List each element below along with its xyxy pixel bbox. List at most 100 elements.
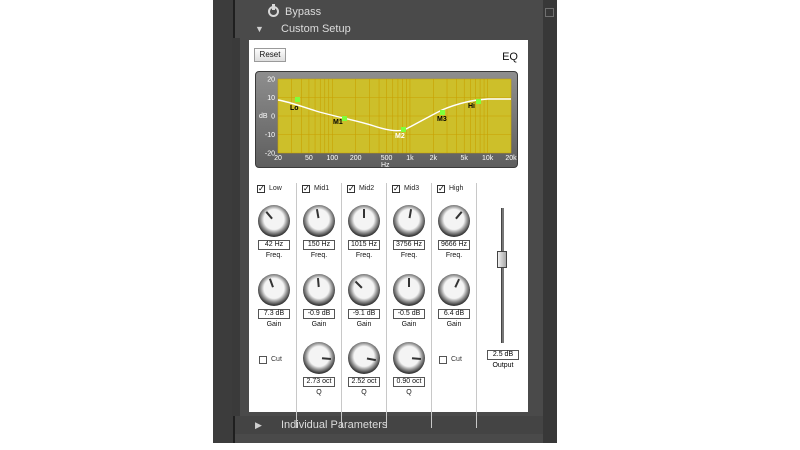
individual-parameters-row[interactable]: ▶ Individual Parameters [235,416,543,434]
mid1-gain-field[interactable]: -0.9 dB [303,309,335,319]
mid3-gain-knob[interactable] [393,274,425,306]
eq-node-mid3-label: M3 [437,116,447,123]
band-separator [476,183,477,428]
high-freq-field[interactable]: 9666 Hz [438,240,470,250]
mid3-freq-caption: Freq. [400,252,418,259]
eq-graph-svg[interactable]: 20100-10-20 20 50 100 200 500 1k 2k 5k 10k 20k dB… [256,72,519,170]
mid2-gain-caption: Gain [356,321,372,328]
graph-x-tick-label: 10k [482,155,494,162]
output-slider-thumb[interactable] [497,251,507,269]
output-slider-track[interactable] [501,208,504,343]
bypass-row[interactable]: Bypass [235,3,543,21]
mid2-band-checkbox[interactable]: ✓ [347,185,355,193]
mid2-q-field[interactable]: 2.52 oct [348,377,380,387]
mid3-q-caption: Q [406,389,412,396]
eq-node-high-handle[interactable] [476,99,481,104]
high-gain-caption: Gain [446,321,462,328]
graph-x-tick-label: 20k [505,155,517,162]
graph-y-tick-label: 20 [267,77,275,84]
mid3-gain-field[interactable]: -0.5 dB [393,309,425,319]
mid1-freq-caption: Freq. [310,252,328,259]
graph-x-tick-label: 1k [406,155,414,162]
panel-scrollbar[interactable] [543,0,557,443]
power-icon[interactable] [268,4,279,17]
mid3-freq-field[interactable]: 3756 Hz [393,240,425,250]
high-freq-caption: Freq. [445,252,463,259]
eq-node-mid1-label: M1 [333,119,343,126]
high-cut-checkbox[interactable] [439,356,447,364]
eq-node-high-label: Hi [468,103,475,110]
mid3-gain-caption: Gain [401,321,417,328]
disclosure-down-icon[interactable]: ▼ [255,20,264,38]
output-label: Output [492,362,514,369]
mid3-band-checkbox[interactable]: ✓ [392,185,400,193]
graph-y-tick-label: 10 [267,95,275,102]
eq-node-mid2-label: M2 [395,133,405,140]
high-band-label: High [449,185,464,192]
mid2-q-caption: Q [361,389,367,396]
mid1-q-field[interactable]: 2.73 oct [303,377,335,387]
mid1-freq-field[interactable]: 150 Hz [303,240,335,250]
mid2-gain-knob[interactable] [348,274,380,306]
low-band-checkbox[interactable]: ✓ [257,185,265,193]
mid2-band-label: Mid2 [359,185,375,192]
low-gain-caption: Gain [266,321,282,328]
eq-node-mid1-handle[interactable] [342,116,347,121]
mid1-freq-knob[interactable] [303,205,335,237]
graph-x-label: Hz [381,162,390,169]
eq-node-mid3-handle[interactable] [440,110,445,115]
custom-setup-row[interactable]: ▼ Custom Setup [235,20,543,38]
eq-node-mid2-handle[interactable] [401,127,406,132]
mid1-band-checkbox[interactable]: ✓ [302,185,310,193]
graph-x-tick-label: 20 [274,155,282,162]
low-freq-caption: Freq. [265,252,283,259]
scrollbar-box[interactable] [545,8,554,17]
band-separator [386,183,387,428]
mid1-gain-knob[interactable] [303,274,335,306]
low-band-label: Low [269,185,282,192]
high-gain-field[interactable]: 6.4 dB [438,309,470,319]
graph-x-tick-label: 50 [305,155,313,162]
graph-x-tick-label: 100 [326,155,338,162]
graph-y-tick-label: 0 [271,114,275,121]
mid3-band-label: Mid3 [404,185,420,192]
low-freq-field[interactable]: 42 Hz [258,240,290,250]
low-cut-label: Cut [271,356,282,363]
screenshot-stage: Bypass ▼ Custom Setup ▶ Individual Param… [0,0,800,450]
mid3-q-knob[interactable] [393,342,425,374]
output-value-field[interactable]: 2.5 dB [487,350,519,360]
mid1-q-knob[interactable] [303,342,335,374]
mid3-freq-knob[interactable] [393,205,425,237]
graph-x-tick-label: 5k [461,155,469,162]
eq-node-low-label: Lo [290,105,299,112]
low-cut-checkbox[interactable] [259,356,267,364]
graph-y-label: dB [259,113,268,120]
low-gain-knob[interactable] [258,274,290,306]
low-freq-knob[interactable] [258,205,290,237]
high-freq-knob[interactable] [438,205,470,237]
disclosure-right-icon[interactable]: ▶ [255,416,262,434]
mid2-freq-field[interactable]: 1015 Hz [348,240,380,250]
mid2-freq-knob[interactable] [348,205,380,237]
graph-x-ticks: 20 50 100 200 500 1k 2k 5k 10k 20k [274,155,517,162]
graph-y-tick-label: -10 [265,132,275,139]
eq-panel: Reset EQ 20 10 0 -10 -20 20 50 100 200 500 1k 2k 5k… [249,40,528,428]
mid2-gain-field[interactable]: -9.1 dB [348,309,380,319]
graph-x-tick-label: 500 [381,155,393,162]
reset-button[interactable]: Reset [254,48,286,62]
mid3-q-field[interactable]: 0.90 oct [393,377,425,387]
band-separator [296,183,297,428]
graph-x-tick-label: 2k [430,155,438,162]
mid1-gain-caption: Gain [311,321,327,328]
eq-node-low-handle[interactable] [295,97,300,102]
graph-x-tick-label: 200 [350,155,362,162]
low-gain-field[interactable]: 7.3 dB [258,309,290,319]
eq-graph[interactable]: 20 10 0 -10 -20 20 50 100 200 500 1k 2k 5k 10k 20k dB… [255,71,519,170]
mid2-freq-caption: Freq. [355,252,373,259]
mid2-q-knob[interactable] [348,342,380,374]
high-band-checkbox[interactable]: ✓ [437,185,445,193]
high-gain-knob[interactable] [438,274,470,306]
eq-title: EQ [502,51,518,63]
panel-inner-strip [232,38,240,416]
high-cut-label: Cut [451,356,462,363]
